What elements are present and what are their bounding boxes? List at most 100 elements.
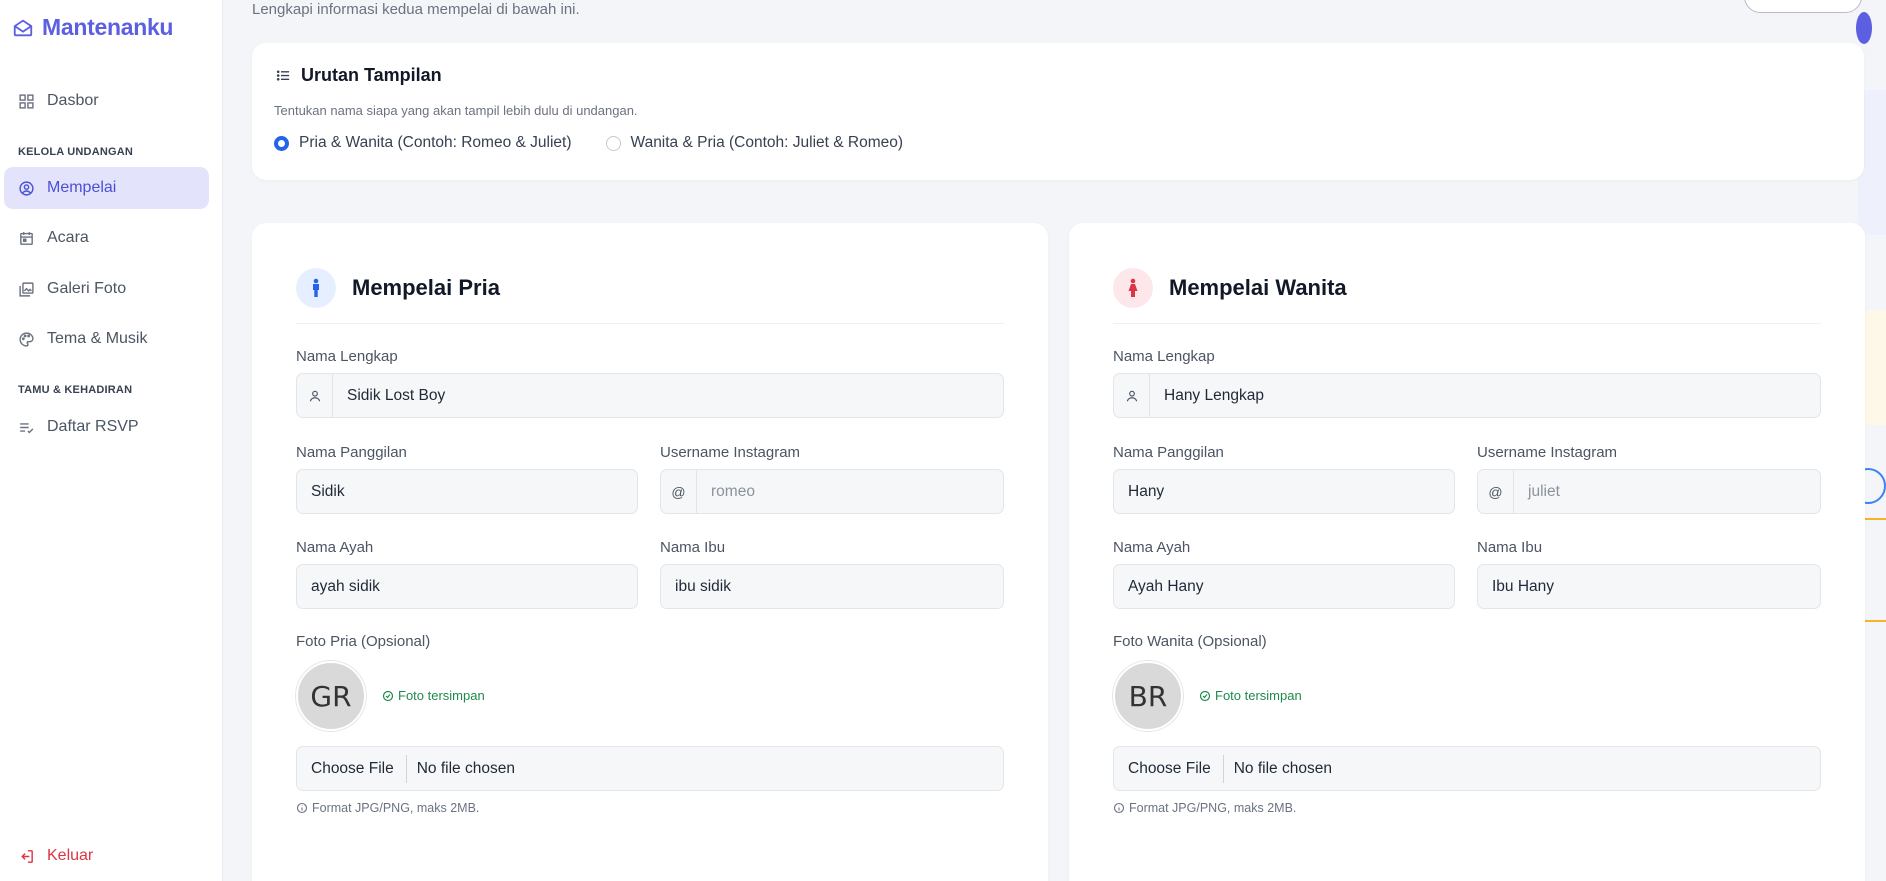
bride-mother-label: Nama Ibu — [1477, 539, 1543, 556]
bride-card: Mempelai Wanita Nama Lengkap Hany Lengka… — [1069, 223, 1865, 881]
groom-mother-input[interactable]: ibu sidik — [660, 564, 1004, 609]
divider — [296, 323, 1004, 324]
groom-photo-saved: Foto tersimpan — [382, 688, 485, 703]
groom-avatar: GR — [296, 661, 366, 731]
at-sign-prefix: @ — [1478, 470, 1514, 513]
bride-father-label: Nama Ayah — [1113, 539, 1191, 556]
file-status: No file chosen — [416, 759, 515, 777]
sidebar-item-label: Acara — [47, 229, 89, 246]
user-icon — [1114, 374, 1150, 417]
display-order-description: Tentukan nama siapa yang akan tampil leb… — [274, 103, 638, 118]
user-circle-icon — [19, 180, 34, 196]
sidebar-item-label: Daftar RSVP — [47, 418, 139, 435]
groom-badge — [296, 268, 336, 308]
bride-instagram-label: Username Instagram — [1477, 444, 1618, 461]
bride-fullname-value: Hany Lengkap — [1164, 386, 1264, 404]
at-sign-prefix: @ — [661, 470, 697, 513]
check-circle-icon — [382, 690, 394, 701]
groom-instagram-label: Username Instagram — [660, 444, 801, 461]
bride-nickname-label: Nama Panggilan — [1113, 444, 1224, 461]
order-option-groom-first[interactable]: Pria & Wanita (Contoh: Romeo & Juliet) — [274, 134, 572, 152]
logout-button[interactable]: Keluar — [4, 836, 209, 876]
groom-card: Mempelai Pria Nama Lengkap Sidik Lost Bo… — [252, 223, 1048, 881]
groom-instagram-placeholder: romeo — [711, 482, 755, 500]
order-option-bride-first[interactable]: Wanita & Pria (Contoh: Juliet & Romeo) — [605, 134, 904, 152]
groom-mother-value: ibu sidik — [675, 577, 731, 595]
choose-file-button[interactable]: Choose File — [1114, 754, 1224, 783]
radio-unchecked[interactable] — [605, 135, 621, 151]
sidebar-item-dashboard[interactable]: Dasbor — [4, 80, 209, 122]
divider — [1113, 323, 1821, 324]
sidebar-item-tema-musik[interactable]: Tema & Musik — [4, 318, 209, 360]
brand-name: Mantenanku — [42, 14, 174, 40]
header-avatar[interactable] — [1856, 12, 1872, 44]
choose-file-button[interactable]: Choose File — [297, 754, 407, 783]
display-order-heading: Urutan Tampilan — [276, 65, 442, 86]
bride-photo-file-input[interactable]: Choose File No file chosen — [1113, 746, 1821, 791]
groom-mother-label: Nama Ibu — [660, 539, 726, 556]
groom-nickname-value: Sidik — [311, 482, 345, 500]
info-icon — [296, 802, 308, 814]
radio-checked[interactable] — [274, 135, 289, 151]
sidebar-item-label: Dasbor — [47, 92, 99, 109]
check-circle-icon — [1199, 690, 1211, 701]
sidebar-section-invitation: KELOLA UNDANGAN — [18, 146, 134, 158]
male-icon — [313, 278, 319, 297]
saved-text: Foto tersimpan — [1215, 688, 1302, 703]
sidebar-item-label: Tema & Musik — [47, 330, 148, 347]
groom-fullname-value: Sidik Lost Boy — [347, 386, 446, 404]
sidebar-item-acara[interactable]: Acara — [4, 217, 209, 259]
groom-father-value: ayah sidik — [311, 577, 380, 595]
bride-instagram-placeholder: juliet — [1528, 482, 1560, 500]
bride-mother-input[interactable]: Ibu Hany — [1477, 564, 1821, 609]
sidebar-item-mempelai[interactable]: Mempelai — [4, 167, 209, 209]
bride-father-value: Ayah Hany — [1128, 577, 1204, 595]
bride-fullname-input[interactable]: Hany Lengkap — [1113, 373, 1821, 418]
hint-text: Format JPG/PNG, maks 2MB. — [312, 801, 480, 815]
display-order-card: Urutan Tampilan Tentukan nama siapa yang… — [252, 43, 1864, 180]
groom-nickname-input[interactable]: Sidik — [296, 469, 638, 514]
female-icon — [1128, 278, 1138, 297]
order-option-label: Wanita & Pria (Contoh: Juliet & Romeo) — [630, 134, 904, 151]
bride-photo-saved: Foto tersimpan — [1199, 688, 1302, 703]
bride-nickname-input[interactable]: Hany — [1113, 469, 1455, 514]
bride-instagram-input[interactable]: @ juliet — [1477, 469, 1821, 514]
file-status: No file chosen — [1233, 759, 1332, 777]
header-action-button[interactable] — [1744, 0, 1862, 13]
logout-label: Keluar — [47, 847, 94, 864]
groom-fullname-input[interactable]: Sidik Lost Boy — [296, 373, 1004, 418]
groom-father-input[interactable]: ayah sidik — [296, 564, 638, 609]
saved-text: Foto tersimpan — [398, 688, 485, 703]
list-icon — [276, 70, 290, 81]
bride-nickname-value: Hany — [1128, 482, 1165, 500]
groom-card-header: Mempelai Pria — [296, 268, 500, 308]
display-order-title: Urutan Tampilan — [301, 65, 442, 85]
hint-text: Format JPG/PNG, maks 2MB. — [1129, 801, 1297, 815]
sidebar-item-label: Mempelai — [47, 179, 117, 196]
groom-father-label: Nama Ayah — [296, 539, 374, 556]
gallery-icon — [19, 281, 34, 297]
info-icon — [1113, 802, 1125, 814]
groom-nickname-label: Nama Panggilan — [296, 444, 407, 461]
brand[interactable]: Mantenanku — [12, 14, 173, 41]
bride-avatar: BR — [1113, 661, 1183, 731]
grid-icon — [19, 93, 34, 109]
groom-instagram-input[interactable]: @ romeo — [660, 469, 1004, 514]
calendar-icon — [20, 231, 33, 245]
bride-mother-value: Ibu Hany — [1492, 577, 1555, 595]
groom-photo-hint: Format JPG/PNG, maks 2MB. — [296, 801, 479, 815]
groom-photo-file-input[interactable]: Choose File No file chosen — [296, 746, 1004, 791]
bride-photo-label: Foto Wanita (Opsional) — [1113, 633, 1267, 650]
bride-father-input[interactable]: Ayah Hany — [1113, 564, 1455, 609]
bride-card-title: Mempelai Wanita — [1169, 275, 1347, 300]
groom-fullname-label: Nama Lengkap — [296, 348, 398, 365]
bride-photo-hint: Format JPG/PNG, maks 2MB. — [1113, 801, 1296, 815]
bride-badge — [1113, 268, 1153, 308]
sidebar-item-daftar-rsvp[interactable]: Daftar RSVP — [4, 406, 209, 448]
sidebar-item-galeri-foto[interactable]: Galeri Foto — [4, 268, 209, 310]
logout-icon — [21, 849, 33, 863]
display-order-options: Pria & Wanita (Contoh: Romeo & Juliet) W… — [274, 134, 903, 152]
groom-photo-label: Foto Pria (Opsional) — [296, 633, 431, 650]
palette-icon — [19, 331, 34, 347]
page-subtitle: Lengkapi informasi kedua mempelai di baw… — [252, 1, 580, 18]
